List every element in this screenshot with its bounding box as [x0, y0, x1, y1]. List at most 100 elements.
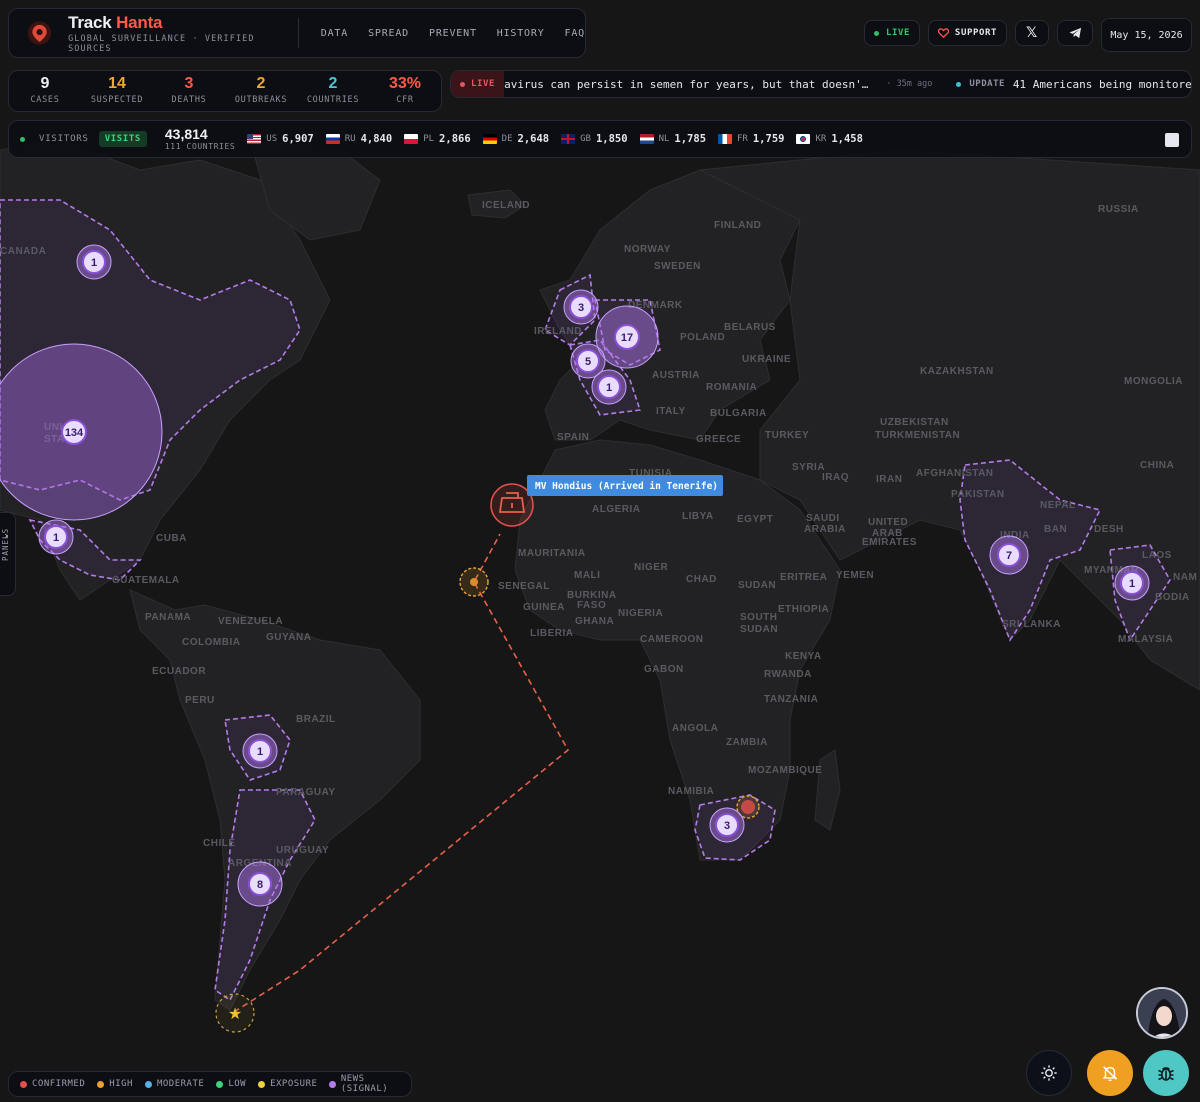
map-label: DESH [1094, 524, 1124, 535]
nav-data[interactable]: DATA [321, 28, 348, 39]
visitor-country-code: KR [815, 134, 827, 144]
visitors-total: 43,814 111 COUNTRIES [164, 127, 236, 152]
stat-label: DEATHS [171, 95, 207, 105]
svg-text:5: 5 [585, 356, 591, 368]
telegram-button[interactable] [1057, 20, 1093, 46]
legend-item[interactable]: MODERATE [144, 1079, 204, 1089]
legend-item[interactable]: NEWS (SIGNAL) [329, 1074, 411, 1094]
flag-gb-icon [561, 134, 576, 144]
cluster-marker: 3 [709, 807, 745, 843]
ship-tooltip: MV Hondius (Arrived in Tenerife) [527, 475, 723, 496]
map-label: SENEGAL [498, 581, 550, 592]
stat-suspected[interactable]: 14 SUSPECTED [81, 71, 153, 111]
map-label: RWANDA [764, 669, 812, 680]
visitor-country-ru: RU 4,840 [325, 133, 393, 145]
map-label: ROMANIA [706, 382, 757, 393]
legend-dot [216, 1080, 224, 1088]
stat-value: 3 [184, 75, 194, 92]
star-icon[interactable]: ★ [215, 993, 255, 1033]
nav-prevent[interactable]: PREVENT [429, 28, 477, 39]
ticker-item[interactable]: 41 Americans being monitored fo [1013, 78, 1191, 91]
track-hanta-logo-icon[interactable] [27, 19, 52, 47]
stat-cases[interactable]: 9 CASES [9, 71, 81, 111]
map-label: TURKEY [765, 430, 809, 441]
visitors-label: VISITORS [39, 134, 89, 144]
support-button[interactable]: SUPPORT [928, 20, 1007, 46]
stat-outbreaks[interactable]: 2 OUTBREAKS [225, 71, 297, 111]
legend-item[interactable]: HIGH [97, 1079, 133, 1089]
theme-toggle-button[interactable] [1026, 1050, 1072, 1096]
notifications-button[interactable] [1087, 1050, 1133, 1096]
stat-cfr[interactable]: 33% CFR [369, 71, 441, 111]
stat-countries[interactable]: 2 COUNTRIES [297, 71, 369, 111]
map-label: IRELAND [534, 326, 582, 337]
legend-label: NEWS (SIGNAL) [340, 1074, 389, 1094]
stat-label: CFR [396, 95, 414, 105]
assistant-avatar[interactable] [1136, 987, 1188, 1039]
map-label: SRI LANKA [1002, 619, 1061, 630]
map-label: CHINA [1140, 460, 1174, 471]
visitors-country-count: 111 COUNTRIES [164, 142, 236, 151]
ticker-update-tag: UPDATE [956, 79, 1005, 89]
flag-de-icon [482, 134, 497, 144]
main-nav: DATA SPREAD PREVENT HISTORY FAQ [321, 28, 585, 39]
visitor-country-code: FR [737, 134, 748, 144]
flag-kr-icon [796, 134, 811, 144]
map-label: AUSTRIA [652, 370, 700, 381]
live-dot [873, 30, 879, 36]
map-label: IRAN [876, 474, 902, 485]
map-label: NEPAL [1040, 500, 1076, 511]
ship-icon[interactable] [490, 483, 534, 527]
date-text: May 15, 2026 [1110, 29, 1183, 41]
svg-text:1: 1 [53, 532, 59, 544]
x-social-button[interactable]: 𝕏 [1015, 20, 1049, 46]
heart-icon [937, 28, 949, 38]
visits-toggle[interactable]: VISITS [98, 131, 147, 147]
legend-item[interactable]: EXPOSURE [258, 1079, 317, 1089]
visitor-country-code: GB [580, 134, 591, 144]
map-label: MOZAMBIQUE [748, 765, 822, 776]
nav-faq[interactable]: FAQ [565, 28, 585, 39]
stat-label: CASES [30, 95, 60, 105]
flag-nl-icon [639, 134, 654, 144]
map-label: PERU [185, 695, 215, 706]
nav-history[interactable]: HISTORY [497, 28, 545, 39]
legend-dot [97, 1080, 105, 1088]
news-ticker[interactable]: LIVE avirus can persist in semen for yea… [450, 70, 1192, 98]
live-status-button[interactable]: LIVE [864, 20, 920, 46]
date-display: May 15, 2026 [1101, 18, 1192, 52]
visitor-country-list: US 6,907 RU 4,840 PL 2,866 DE 2,648 GB 1,850 NL 1,7… [247, 133, 863, 145]
svg-text:7: 7 [1006, 550, 1012, 562]
stat-value: 2 [256, 75, 266, 92]
map-label: FINLAND [714, 220, 761, 231]
visitor-country-nl: NL 1,785 [639, 133, 706, 145]
legend-item[interactable]: CONFIRMED [20, 1079, 85, 1089]
nav-spread[interactable]: SPREAD [368, 28, 409, 39]
stat-deaths[interactable]: 3 DEATHS [153, 71, 225, 111]
map-label: ITALY [656, 406, 686, 417]
legend-item[interactable]: LOW [216, 1079, 246, 1089]
bug-icon [1158, 1067, 1174, 1081]
visitor-country-count: 4,840 [360, 133, 393, 145]
visitor-country-count: 1,850 [595, 133, 628, 145]
stat-label: SUSPECTED [90, 95, 144, 105]
map-label: MALI [574, 570, 600, 581]
brand-subtitle: GLOBAL SURVEILLANCE · VERIFIED SOURCES [68, 33, 255, 54]
exposure-marker[interactable] [459, 567, 489, 597]
map-label: BELARUS [724, 322, 776, 333]
map-label: KAZAKHSTAN [920, 366, 994, 377]
report-bug-button[interactable] [1143, 1050, 1189, 1096]
map-label: ERITREA [780, 572, 827, 583]
map-label: NIGER [634, 562, 668, 573]
panels-drawer-tab[interactable]: › PANELS [0, 512, 16, 596]
visitor-country-fr: FR 1,759 [718, 133, 784, 145]
ticker-item[interactable]: avirus can persist in semen for years, b… [504, 78, 868, 91]
map-label: MALAYSIA [1118, 634, 1173, 645]
map-label: TANZANIA [764, 694, 818, 705]
collapse-toggle[interactable] [1165, 133, 1179, 147]
brand[interactable]: Track Hanta GLOBAL SURVEILLANCE · VERIFI… [68, 13, 280, 54]
map-label: PARAGUAY [276, 787, 336, 798]
map-label: GHANA [575, 616, 614, 627]
map-label: SOUTH [740, 612, 778, 623]
world-map[interactable]: ICELAND RUSSIA CANADA FINLAND NORWAY SWE… [0, 0, 1200, 1102]
